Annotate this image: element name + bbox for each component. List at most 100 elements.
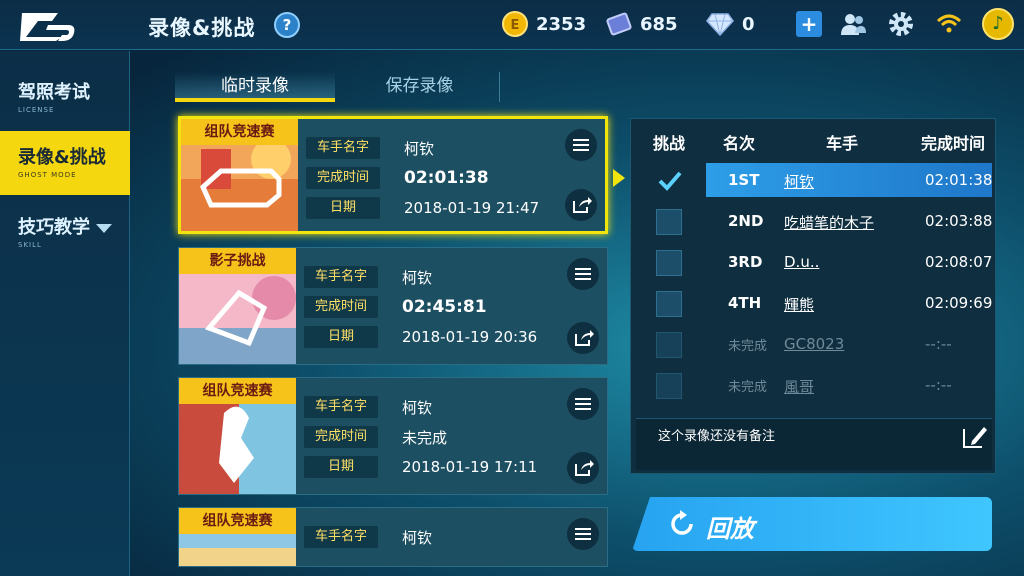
driver-link[interactable]: 柯钦 xyxy=(784,171,814,192)
game-logo-icon[interactable] xyxy=(18,9,78,43)
finish-time: --:-- xyxy=(925,376,952,394)
finish-time-label: 完成时间 xyxy=(304,296,378,318)
sidebar-item-label: 技巧教学 xyxy=(18,217,90,238)
finish-time: 02:03:88 xyxy=(925,212,993,230)
record-card[interactable]: 组队竞速赛 车手名字 柯钦 完成时间 未完成 日期 2018-01-19 17:… xyxy=(178,377,608,495)
chevron-down-icon xyxy=(96,223,112,233)
driver-name: 柯钦 xyxy=(402,398,433,417)
diamond-icon xyxy=(706,13,734,36)
driver-label: 车手名字 xyxy=(306,137,380,159)
challenge-checkbox[interactable] xyxy=(656,291,682,317)
wifi-icon xyxy=(936,14,962,33)
challenge-checkbox[interactable] xyxy=(656,373,682,399)
avatar[interactable]: ♪ xyxy=(982,8,1014,40)
replay-label: 回放 xyxy=(706,515,754,543)
tab-saved-recordings[interactable]: 保存录像 xyxy=(340,72,500,102)
challenge-checkbox[interactable] xyxy=(656,250,682,276)
time-column-header: 完成时间 xyxy=(921,134,986,153)
driver-name: 柯钦 xyxy=(404,139,435,158)
race-mode-badge: 组队竞速赛 xyxy=(179,508,296,534)
menu-icon[interactable] xyxy=(567,258,599,290)
share-icon[interactable] xyxy=(565,189,597,221)
finish-time: 未完成 xyxy=(402,428,448,447)
driver-link[interactable]: 輝熊 xyxy=(784,294,814,315)
finish-time: 02:01:38 xyxy=(404,168,489,188)
finish-time: 02:01:38 xyxy=(925,171,993,189)
rank: 4TH xyxy=(728,294,762,312)
menu-icon[interactable] xyxy=(567,518,599,550)
edit-icon[interactable] xyxy=(960,423,988,451)
challenge-checkbox[interactable] xyxy=(656,168,682,194)
driver-link[interactable]: 風哥 xyxy=(784,376,814,397)
driver-label: 车手名字 xyxy=(304,266,378,288)
rank-column-header: 名次 xyxy=(723,134,756,153)
help-button[interactable]: ? xyxy=(274,12,300,38)
track-thumbnail: 组队竞速赛 xyxy=(179,508,296,566)
ranking-row[interactable]: 未完成 風哥 --:-- xyxy=(631,366,997,406)
sidebar-item-sublabel: GHOST MODE xyxy=(18,171,77,179)
friends-icon[interactable] xyxy=(840,11,866,37)
record-card[interactable]: 影子挑战 车手名字 柯钦 完成时间 02:45:81 日期 2018-01-19… xyxy=(178,247,608,365)
ranking-header: 挑战 名次 车手 完成时间 xyxy=(631,119,995,161)
note-text: 这个录像还没有备注 xyxy=(658,429,776,444)
coin-icon: E xyxy=(502,11,528,37)
replay-icon xyxy=(671,510,693,535)
race-mode-badge: 影子挑战 xyxy=(179,248,296,274)
rank: 2ND xyxy=(728,212,764,230)
race-mode-badge: 组队竞速赛 xyxy=(179,378,296,404)
check-icon xyxy=(658,171,682,191)
sidebar-item-ghost-mode[interactable]: 录像&挑战 GHOST MODE xyxy=(0,131,130,195)
diamond-counter: 0 xyxy=(706,9,755,39)
driver-name: 柯钦 xyxy=(402,268,433,287)
replay-button[interactable]: 回放 xyxy=(632,497,992,551)
record-card[interactable]: 组队竞速赛 车手名字 柯钦 完成时间 02:01:38 日期 2018-01-1… xyxy=(178,116,608,234)
ranking-row[interactable]: 2ND 吃蜡笔的木子 02:03:88 xyxy=(631,202,997,242)
track-thumbnail: 组队竞速赛 xyxy=(179,378,296,494)
rank: 3RD xyxy=(728,253,763,271)
date-label: 日期 xyxy=(304,456,378,478)
sidebar-item-skill[interactable]: 技巧教学 SKILL xyxy=(0,201,130,265)
driver-label: 车手名字 xyxy=(304,396,378,418)
finish-time-label: 完成时间 xyxy=(304,426,378,448)
driver-link[interactable]: GC8023 xyxy=(784,335,844,353)
record-tabs: 临时录像 保存录像 xyxy=(175,72,500,102)
sidebar-item-label: 录像&挑战 xyxy=(18,147,106,168)
driver-name: 柯钦 xyxy=(402,528,433,547)
ranking-row[interactable]: 1ST 柯钦 02:01:38 xyxy=(631,161,997,201)
track-thumbnail: 组队竞速赛 xyxy=(181,119,298,231)
record-card[interactable]: 组队竞速赛 车手名字 柯钦 xyxy=(178,507,608,567)
finish-time: 02:08:07 xyxy=(925,253,993,271)
challenge-checkbox[interactable] xyxy=(656,209,682,235)
sidebar-item-sublabel: LICENSE xyxy=(18,106,55,114)
coin-count: 2353 xyxy=(536,13,587,35)
finish-time: 02:45:81 xyxy=(402,297,487,317)
page-title: 录像&挑战 xyxy=(148,16,256,40)
menu-icon[interactable] xyxy=(565,129,597,161)
finish-time-label: 完成时间 xyxy=(306,167,380,189)
tab-temp-recordings[interactable]: 临时录像 xyxy=(175,72,335,102)
rank: 未完成 xyxy=(728,380,768,395)
date-label: 日期 xyxy=(306,197,380,219)
ticket-icon xyxy=(606,12,632,36)
add-currency-button[interactable]: + xyxy=(796,11,822,37)
ranking-row[interactable]: 4TH 輝熊 02:09:69 xyxy=(631,284,997,324)
ranking-row[interactable]: 未完成 GC8023 --:-- xyxy=(631,325,997,365)
note-box[interactable]: 这个录像还没有备注 xyxy=(636,418,992,470)
date-label: 日期 xyxy=(304,326,378,348)
sidebar-item-license[interactable]: 驾照考试 LICENSE xyxy=(0,66,130,130)
share-icon[interactable] xyxy=(567,322,599,354)
record-date: 2018-01-19 21:47 xyxy=(404,199,540,217)
menu-icon[interactable] xyxy=(567,388,599,420)
gear-icon[interactable] xyxy=(888,11,914,37)
driver-link[interactable]: D.u.. xyxy=(784,253,819,271)
driver-label: 车手名字 xyxy=(304,526,378,548)
sidebar-item-sublabel: SKILL xyxy=(18,241,42,249)
driver-link[interactable]: 吃蜡笔的木子 xyxy=(784,212,874,233)
challenge-checkbox[interactable] xyxy=(656,332,682,358)
ranking-row[interactable]: 3RD D.u.. 02:08:07 xyxy=(631,243,997,283)
ticket-counter: 685 xyxy=(606,9,678,39)
share-icon[interactable] xyxy=(567,452,599,484)
driver-column-header: 车手 xyxy=(826,134,859,153)
sidebar: 驾照考试 LICENSE 录像&挑战 GHOST MODE 技巧教学 SKILL xyxy=(0,51,130,576)
coin-counter: E 2353 xyxy=(502,9,586,39)
